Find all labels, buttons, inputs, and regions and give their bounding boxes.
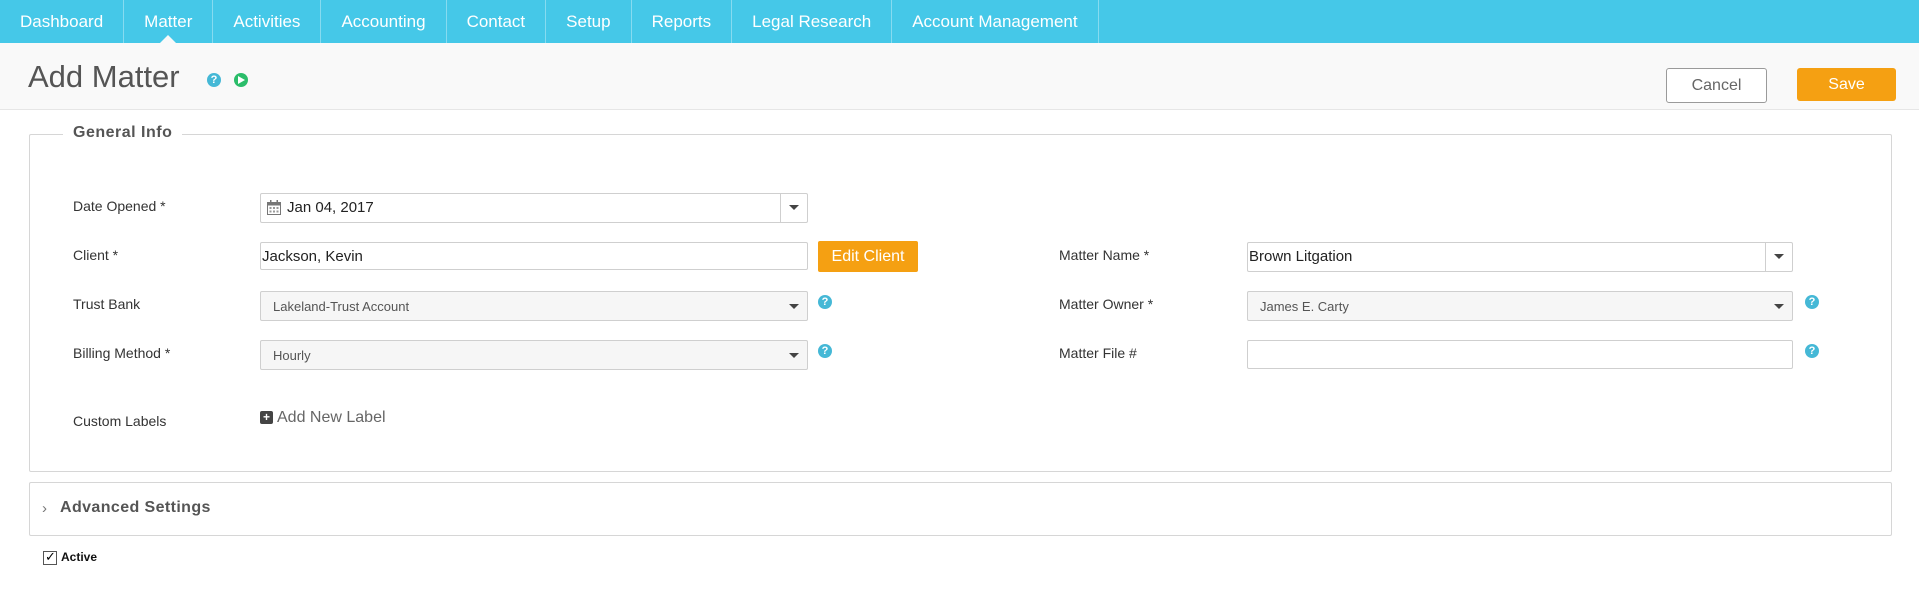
- matter-name-field[interactable]: Brown Litgation: [1247, 242, 1793, 272]
- billing-method-help-icon[interactable]: ?: [818, 344, 832, 358]
- matter-name-dropdown-toggle[interactable]: [1765, 243, 1792, 271]
- add-new-label-link[interactable]: + Add New Label: [260, 409, 386, 427]
- chevron-right-icon: ›: [42, 500, 47, 517]
- trust-bank-label: Trust Bank: [73, 296, 141, 312]
- chevron-down-icon: [789, 353, 799, 358]
- edit-client-button[interactable]: Edit Client: [818, 241, 918, 272]
- date-dropdown-toggle[interactable]: [780, 194, 807, 222]
- matter-owner-value: James E. Carty: [1260, 299, 1349, 314]
- client-value: Jackson, Kevin: [262, 248, 363, 265]
- matter-file-label: Matter File #: [1059, 345, 1137, 361]
- general-info-legend: General Info: [63, 124, 183, 142]
- nav-item-dashboard[interactable]: Dashboard: [0, 0, 125, 43]
- active-label: Active: [61, 550, 98, 564]
- play-circle-icon[interactable]: [234, 73, 248, 87]
- top-nav: Dashboard Matter Activities Accounting C…: [0, 0, 1919, 43]
- matter-name-label: Matter Name *: [1059, 247, 1150, 263]
- trust-bank-value: Lakeland-Trust Account: [273, 299, 410, 314]
- active-checkbox[interactable]: ✓: [43, 549, 57, 565]
- matter-owner-help-icon[interactable]: ?: [1805, 295, 1819, 309]
- trust-bank-help-icon[interactable]: ?: [818, 295, 832, 309]
- plus-square-icon: +: [260, 411, 273, 424]
- advanced-settings-toggle[interactable]: › Advanced Settings: [29, 482, 1892, 536]
- matter-owner-label: Matter Owner *: [1059, 296, 1154, 312]
- check-icon: ✓: [45, 549, 56, 564]
- client-label: Client *: [73, 247, 119, 263]
- save-button[interactable]: Save: [1797, 68, 1896, 101]
- matter-name-value: Brown Litgation: [1249, 248, 1353, 265]
- chevron-down-icon: [1774, 304, 1784, 309]
- matter-owner-select[interactable]: James E. Carty: [1247, 291, 1793, 321]
- matter-file-help-icon[interactable]: ?: [1805, 344, 1819, 358]
- nav-item-account-management[interactable]: Account Management: [892, 0, 1099, 43]
- chevron-down-icon: [1774, 254, 1784, 259]
- chevron-down-icon: [789, 304, 799, 309]
- date-opened-value: Jan 04, 2017: [287, 199, 374, 216]
- custom-labels-label: Custom Labels: [73, 413, 167, 429]
- nav-item-activities[interactable]: Activities: [213, 0, 322, 43]
- question-circle-icon[interactable]: ?: [207, 73, 221, 87]
- nav-item-accounting[interactable]: Accounting: [321, 0, 447, 43]
- nav-item-setup[interactable]: Setup: [546, 0, 632, 43]
- add-new-label-text: Add New Label: [277, 409, 386, 426]
- trust-bank-select[interactable]: Lakeland-Trust Account: [260, 291, 808, 321]
- nav-item-contact[interactable]: Contact: [447, 0, 547, 43]
- nav-item-reports[interactable]: Reports: [632, 0, 733, 43]
- calendar-icon[interactable]: [267, 200, 281, 220]
- matter-file-input[interactable]: [1247, 340, 1793, 369]
- date-opened-label: Date Opened *: [73, 198, 166, 214]
- advanced-settings-title: Advanced Settings: [60, 499, 211, 516]
- date-opened-field[interactable]: Jan 04, 2017: [260, 193, 808, 223]
- nav-item-matter[interactable]: Matter: [124, 0, 214, 43]
- billing-method-label: Billing Method *: [73, 345, 171, 361]
- cancel-button[interactable]: Cancel: [1666, 68, 1767, 103]
- client-input[interactable]: Jackson, Kevin: [260, 242, 808, 270]
- page-title: Add Matter: [28, 59, 180, 94]
- nav-item-legal-research[interactable]: Legal Research: [732, 0, 893, 43]
- chevron-down-icon: [789, 205, 799, 210]
- billing-method-select[interactable]: Hourly: [260, 340, 808, 370]
- page-header: Add Matter ? Cancel Save: [0, 43, 1919, 110]
- billing-method-value: Hourly: [273, 348, 311, 363]
